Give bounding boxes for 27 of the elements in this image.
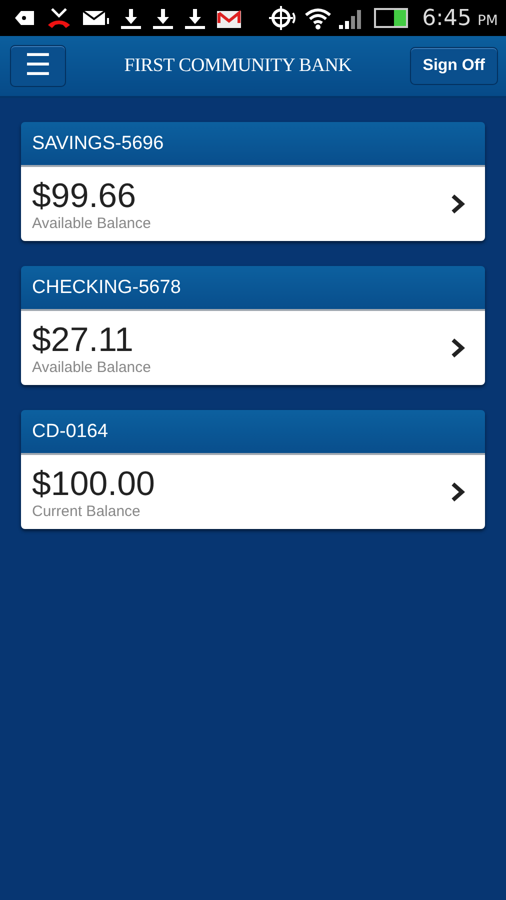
download-icon (120, 7, 142, 29)
balance-label: Available Balance (32, 358, 151, 376)
missed-call-icon (46, 7, 72, 29)
tag-icon (14, 9, 36, 27)
mail-icon (82, 8, 110, 28)
gps-icon (268, 5, 298, 31)
account-name: SAVINGS-5696 (32, 132, 164, 154)
bank-title: FIRST COMMUNITY BANK (124, 55, 352, 77)
chevron-right-icon (451, 338, 465, 358)
menu-button[interactable]: ☰ (10, 45, 66, 87)
chevron-right-icon (451, 194, 465, 214)
account-name: CHECKING-5678 (32, 276, 181, 298)
download-icon (184, 7, 206, 29)
envelope-icon (216, 7, 242, 29)
sign-off-button[interactable]: Sign Off (410, 47, 498, 85)
battery-icon (374, 8, 408, 28)
download-icon (152, 7, 174, 29)
balance-amount: $99.66 (32, 176, 137, 214)
balance-amount: $100.00 (32, 464, 155, 502)
clock-time: 6:45 (422, 6, 472, 30)
clock-meridiem: PM (477, 13, 498, 29)
balance-label: Available Balance (32, 214, 151, 232)
wifi-icon (304, 6, 332, 30)
balance-label: Current Balance (32, 502, 142, 520)
chevron-right-icon (451, 482, 465, 502)
account-name: CD-0164 (32, 420, 108, 442)
balance-amount: $27.11 (32, 320, 134, 358)
